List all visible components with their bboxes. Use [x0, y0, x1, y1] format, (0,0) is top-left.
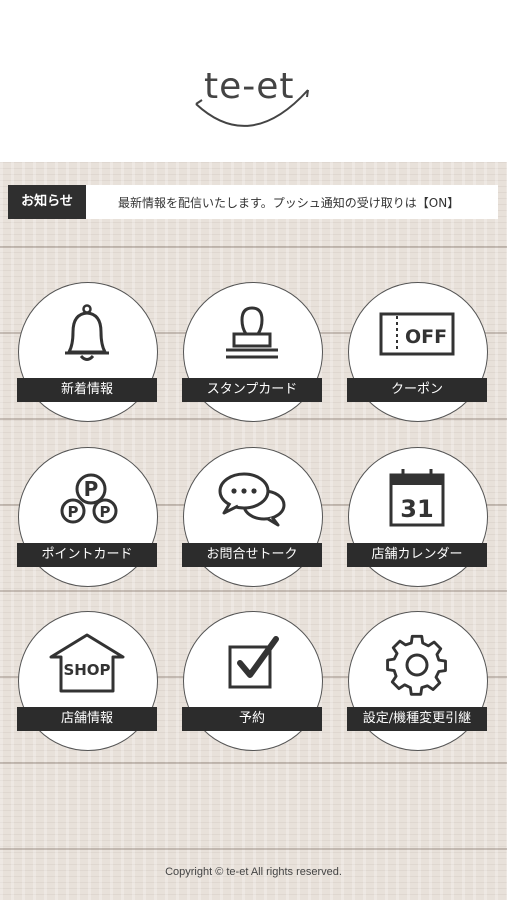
menu-tile-coupon[interactable]: OFF クーポン	[347, 282, 489, 424]
point-coins-icon: P P P	[60, 473, 118, 524]
menu-tile-store-calendar[interactable]: 31 店舗カレンダー	[347, 447, 489, 589]
tile-label-news: 新着情報	[17, 378, 157, 402]
tile-label-settings: 設定/機種変更引継	[347, 707, 487, 731]
tile-label-inquiry-talk: お問合せトーク	[182, 543, 322, 567]
app-header: te-et	[0, 0, 507, 162]
bell-icon	[65, 304, 109, 361]
svg-text:OFF: OFF	[405, 326, 447, 348]
chat-bubbles-icon	[218, 472, 286, 527]
notice-label: お知らせ	[8, 185, 86, 219]
menu-tile-stamp-card[interactable]: スタンプカード	[182, 282, 324, 424]
tile-label-stamp-card: スタンプカード	[182, 378, 322, 402]
menu-tile-inquiry-talk[interactable]: お問合せトーク	[182, 447, 324, 589]
svg-text:SHOP: SHOP	[63, 661, 110, 679]
shop-house-icon: SHOP	[49, 633, 125, 693]
notice-bar[interactable]: お知らせ 最新情報を配信いたします。プッシュ通知の受け取りは【ON】	[8, 185, 498, 219]
tile-label-coupon: クーポン	[347, 378, 487, 402]
tile-label-reservation: 予約	[182, 707, 322, 731]
svg-text:P: P	[68, 503, 79, 521]
menu-tile-store-info[interactable]: SHOP 店舗情報	[17, 611, 159, 753]
menu-tile-settings[interactable]: 設定/機種変更引継	[347, 611, 489, 753]
menu-tile-news[interactable]: 新着情報	[17, 282, 159, 424]
menu-tile-point-card[interactable]: P P P ポイントカード	[17, 447, 159, 589]
copyright-text: Copyright © te-et All rights reserved.	[165, 866, 342, 878]
tile-label-store-info: 店舗情報	[17, 707, 157, 731]
calendar-icon: 31	[389, 469, 445, 527]
notice-message[interactable]: 最新情報を配信いたします。プッシュ通知の受け取りは【ON】	[118, 185, 459, 219]
stamp-icon	[226, 306, 278, 359]
tile-label-store-calendar: 店舗カレンダー	[347, 543, 487, 567]
gear-icon	[386, 634, 447, 696]
svg-text:31: 31	[400, 495, 433, 523]
svg-text:P: P	[84, 477, 99, 501]
checkbox-icon	[228, 636, 279, 689]
svg-text:te-et: te-et	[204, 66, 295, 107]
menu-tile-reservation[interactable]: 予約	[182, 611, 324, 753]
svg-text:P: P	[100, 503, 111, 521]
tile-label-point-card: ポイントカード	[17, 543, 157, 567]
te-et-logo: te-et	[195, 66, 309, 127]
coupon-off-icon: OFF	[379, 312, 455, 356]
